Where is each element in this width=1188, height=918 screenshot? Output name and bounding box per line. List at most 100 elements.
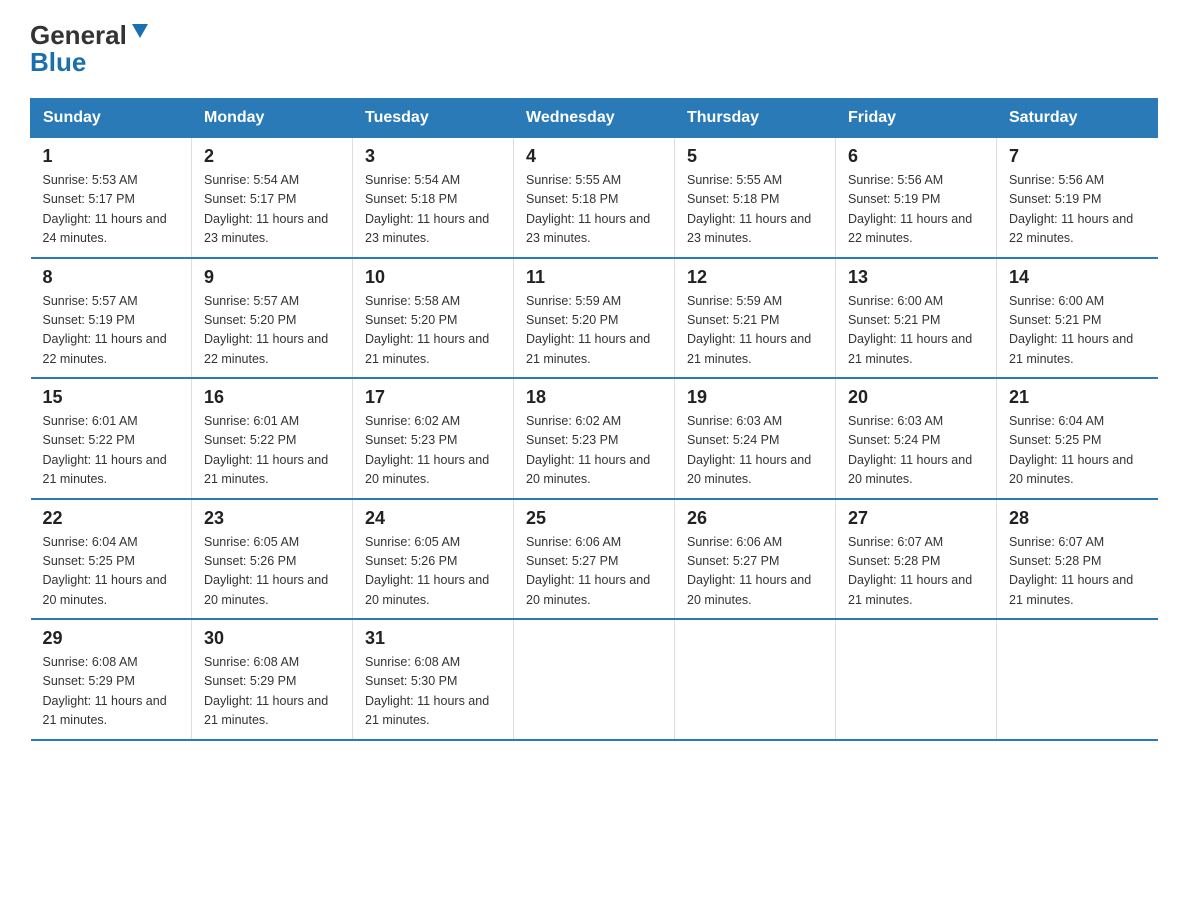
- day-info: Sunrise: 6:03 AM Sunset: 5:24 PM Dayligh…: [848, 412, 984, 490]
- day-cell-27: 27 Sunrise: 6:07 AM Sunset: 5:28 PM Dayl…: [836, 499, 997, 620]
- day-number: 1: [43, 146, 180, 167]
- logo-text-blue: Blue: [30, 47, 86, 78]
- day-info: Sunrise: 5:59 AM Sunset: 5:21 PM Dayligh…: [687, 292, 823, 370]
- day-number: 15: [43, 387, 180, 408]
- day-cell-25: 25 Sunrise: 6:06 AM Sunset: 5:27 PM Dayl…: [514, 499, 675, 620]
- day-info: Sunrise: 5:57 AM Sunset: 5:19 PM Dayligh…: [43, 292, 180, 370]
- weekday-header-row: SundayMondayTuesdayWednesdayThursdayFrid…: [31, 99, 1158, 138]
- day-cell-30: 30 Sunrise: 6:08 AM Sunset: 5:29 PM Dayl…: [192, 619, 353, 740]
- day-info: Sunrise: 5:53 AM Sunset: 5:17 PM Dayligh…: [43, 171, 180, 249]
- day-info: Sunrise: 5:57 AM Sunset: 5:20 PM Dayligh…: [204, 292, 340, 370]
- week-row-1: 1 Sunrise: 5:53 AM Sunset: 5:17 PM Dayli…: [31, 138, 1158, 258]
- day-number: 27: [848, 508, 984, 529]
- day-cell-4: 4 Sunrise: 5:55 AM Sunset: 5:18 PM Dayli…: [514, 138, 675, 258]
- day-number: 30: [204, 628, 340, 649]
- day-number: 14: [1009, 267, 1146, 288]
- day-info: Sunrise: 6:02 AM Sunset: 5:23 PM Dayligh…: [365, 412, 501, 490]
- day-number: 22: [43, 508, 180, 529]
- day-cell-23: 23 Sunrise: 6:05 AM Sunset: 5:26 PM Dayl…: [192, 499, 353, 620]
- day-number: 21: [1009, 387, 1146, 408]
- day-cell-28: 28 Sunrise: 6:07 AM Sunset: 5:28 PM Dayl…: [997, 499, 1158, 620]
- empty-cell: [836, 619, 997, 740]
- day-number: 31: [365, 628, 501, 649]
- day-info: Sunrise: 6:06 AM Sunset: 5:27 PM Dayligh…: [687, 533, 823, 611]
- day-number: 19: [687, 387, 823, 408]
- calendar-table: SundayMondayTuesdayWednesdayThursdayFrid…: [30, 98, 1158, 741]
- day-info: Sunrise: 5:55 AM Sunset: 5:18 PM Dayligh…: [687, 171, 823, 249]
- day-cell-9: 9 Sunrise: 5:57 AM Sunset: 5:20 PM Dayli…: [192, 258, 353, 379]
- day-number: 10: [365, 267, 501, 288]
- day-number: 24: [365, 508, 501, 529]
- day-info: Sunrise: 5:56 AM Sunset: 5:19 PM Dayligh…: [1009, 171, 1146, 249]
- day-cell-21: 21 Sunrise: 6:04 AM Sunset: 5:25 PM Dayl…: [997, 378, 1158, 499]
- day-info: Sunrise: 6:08 AM Sunset: 5:29 PM Dayligh…: [43, 653, 180, 731]
- day-cell-17: 17 Sunrise: 6:02 AM Sunset: 5:23 PM Dayl…: [353, 378, 514, 499]
- week-row-4: 22 Sunrise: 6:04 AM Sunset: 5:25 PM Dayl…: [31, 499, 1158, 620]
- day-number: 16: [204, 387, 340, 408]
- weekday-header-wednesday: Wednesday: [514, 99, 675, 138]
- day-cell-26: 26 Sunrise: 6:06 AM Sunset: 5:27 PM Dayl…: [675, 499, 836, 620]
- day-info: Sunrise: 6:00 AM Sunset: 5:21 PM Dayligh…: [1009, 292, 1146, 370]
- day-info: Sunrise: 6:00 AM Sunset: 5:21 PM Dayligh…: [848, 292, 984, 370]
- logo: General Blue: [30, 20, 152, 78]
- day-number: 18: [526, 387, 662, 408]
- empty-cell: [514, 619, 675, 740]
- day-cell-13: 13 Sunrise: 6:00 AM Sunset: 5:21 PM Dayl…: [836, 258, 997, 379]
- day-number: 6: [848, 146, 984, 167]
- day-cell-16: 16 Sunrise: 6:01 AM Sunset: 5:22 PM Dayl…: [192, 378, 353, 499]
- day-cell-19: 19 Sunrise: 6:03 AM Sunset: 5:24 PM Dayl…: [675, 378, 836, 499]
- weekday-header-thursday: Thursday: [675, 99, 836, 138]
- day-info: Sunrise: 5:56 AM Sunset: 5:19 PM Dayligh…: [848, 171, 984, 249]
- day-info: Sunrise: 6:06 AM Sunset: 5:27 PM Dayligh…: [526, 533, 662, 611]
- day-cell-8: 8 Sunrise: 5:57 AM Sunset: 5:19 PM Dayli…: [31, 258, 192, 379]
- day-info: Sunrise: 5:59 AM Sunset: 5:20 PM Dayligh…: [526, 292, 662, 370]
- day-cell-15: 15 Sunrise: 6:01 AM Sunset: 5:22 PM Dayl…: [31, 378, 192, 499]
- day-number: 29: [43, 628, 180, 649]
- day-info: Sunrise: 6:01 AM Sunset: 5:22 PM Dayligh…: [204, 412, 340, 490]
- day-info: Sunrise: 6:08 AM Sunset: 5:29 PM Dayligh…: [204, 653, 340, 731]
- day-cell-18: 18 Sunrise: 6:02 AM Sunset: 5:23 PM Dayl…: [514, 378, 675, 499]
- day-number: 8: [43, 267, 180, 288]
- day-info: Sunrise: 6:07 AM Sunset: 5:28 PM Dayligh…: [848, 533, 984, 611]
- day-cell-24: 24 Sunrise: 6:05 AM Sunset: 5:26 PM Dayl…: [353, 499, 514, 620]
- week-row-2: 8 Sunrise: 5:57 AM Sunset: 5:19 PM Dayli…: [31, 258, 1158, 379]
- day-cell-11: 11 Sunrise: 5:59 AM Sunset: 5:20 PM Dayl…: [514, 258, 675, 379]
- week-row-5: 29 Sunrise: 6:08 AM Sunset: 5:29 PM Dayl…: [31, 619, 1158, 740]
- day-cell-22: 22 Sunrise: 6:04 AM Sunset: 5:25 PM Dayl…: [31, 499, 192, 620]
- day-info: Sunrise: 5:58 AM Sunset: 5:20 PM Dayligh…: [365, 292, 501, 370]
- day-info: Sunrise: 6:05 AM Sunset: 5:26 PM Dayligh…: [365, 533, 501, 611]
- day-cell-20: 20 Sunrise: 6:03 AM Sunset: 5:24 PM Dayl…: [836, 378, 997, 499]
- day-info: Sunrise: 6:01 AM Sunset: 5:22 PM Dayligh…: [43, 412, 180, 490]
- weekday-header-tuesday: Tuesday: [353, 99, 514, 138]
- day-info: Sunrise: 6:04 AM Sunset: 5:25 PM Dayligh…: [1009, 412, 1146, 490]
- day-cell-5: 5 Sunrise: 5:55 AM Sunset: 5:18 PM Dayli…: [675, 138, 836, 258]
- day-cell-7: 7 Sunrise: 5:56 AM Sunset: 5:19 PM Dayli…: [997, 138, 1158, 258]
- day-info: Sunrise: 6:03 AM Sunset: 5:24 PM Dayligh…: [687, 412, 823, 490]
- day-number: 28: [1009, 508, 1146, 529]
- day-cell-12: 12 Sunrise: 5:59 AM Sunset: 5:21 PM Dayl…: [675, 258, 836, 379]
- day-cell-31: 31 Sunrise: 6:08 AM Sunset: 5:30 PM Dayl…: [353, 619, 514, 740]
- day-number: 3: [365, 146, 501, 167]
- week-row-3: 15 Sunrise: 6:01 AM Sunset: 5:22 PM Dayl…: [31, 378, 1158, 499]
- day-cell-14: 14 Sunrise: 6:00 AM Sunset: 5:21 PM Dayl…: [997, 258, 1158, 379]
- day-info: Sunrise: 6:07 AM Sunset: 5:28 PM Dayligh…: [1009, 533, 1146, 611]
- page-header: General Blue: [30, 20, 1158, 78]
- weekday-header-saturday: Saturday: [997, 99, 1158, 138]
- day-info: Sunrise: 5:54 AM Sunset: 5:18 PM Dayligh…: [365, 171, 501, 249]
- day-number: 25: [526, 508, 662, 529]
- day-number: 4: [526, 146, 662, 167]
- day-info: Sunrise: 6:08 AM Sunset: 5:30 PM Dayligh…: [365, 653, 501, 731]
- day-number: 13: [848, 267, 984, 288]
- day-cell-10: 10 Sunrise: 5:58 AM Sunset: 5:20 PM Dayl…: [353, 258, 514, 379]
- day-number: 23: [204, 508, 340, 529]
- day-number: 9: [204, 267, 340, 288]
- empty-cell: [675, 619, 836, 740]
- day-info: Sunrise: 6:02 AM Sunset: 5:23 PM Dayligh…: [526, 412, 662, 490]
- day-info: Sunrise: 5:54 AM Sunset: 5:17 PM Dayligh…: [204, 171, 340, 249]
- day-number: 17: [365, 387, 501, 408]
- day-info: Sunrise: 6:05 AM Sunset: 5:26 PM Dayligh…: [204, 533, 340, 611]
- day-number: 12: [687, 267, 823, 288]
- day-number: 5: [687, 146, 823, 167]
- logo-arrow-icon: [130, 20, 152, 47]
- day-number: 2: [204, 146, 340, 167]
